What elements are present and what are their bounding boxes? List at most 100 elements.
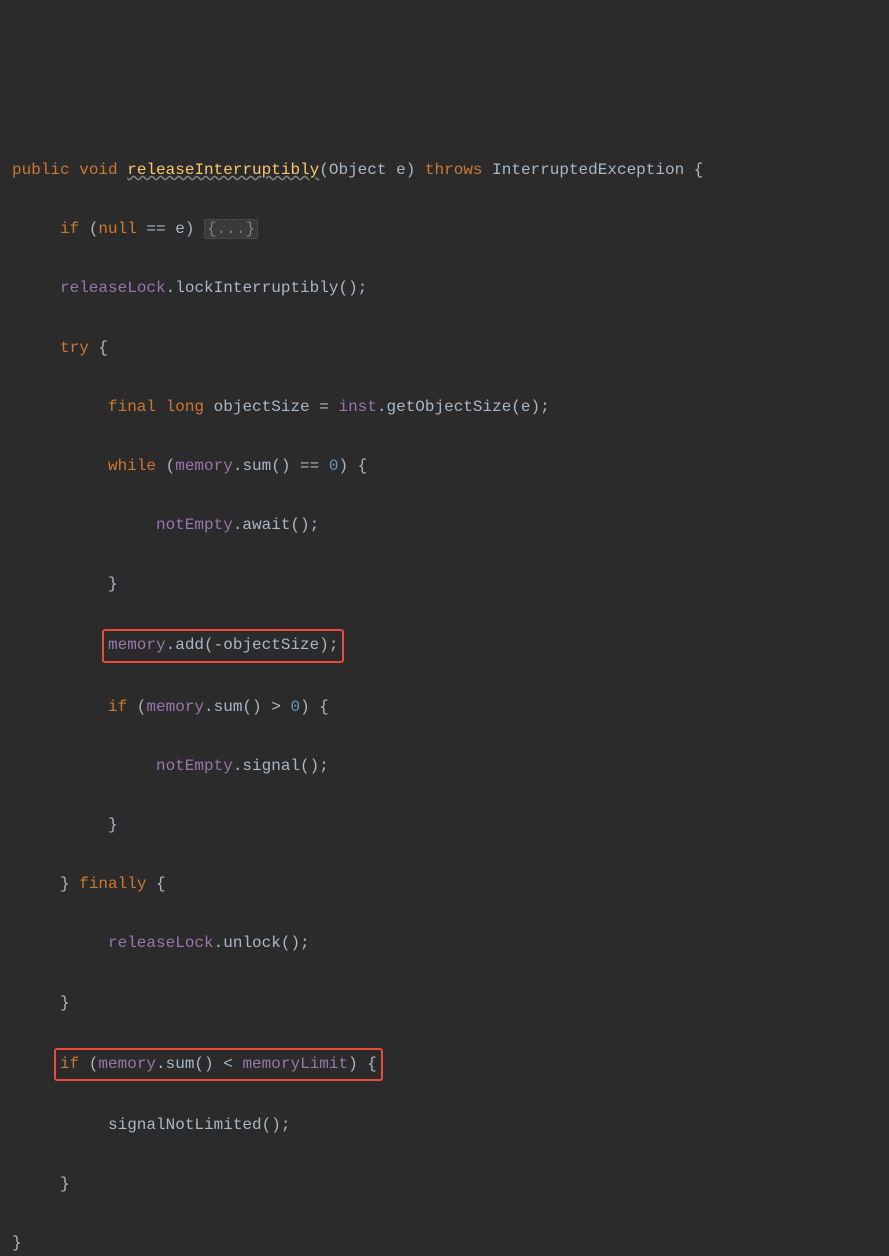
code-line-17: signalNotLimited(); <box>12 1111 877 1141</box>
method-call-await: await() <box>242 516 309 534</box>
dot: . <box>233 516 243 534</box>
brace-open: { <box>89 339 108 357</box>
brace-open: { <box>694 161 704 179</box>
semicolon: ; <box>310 516 320 534</box>
brace-close: } <box>12 1234 22 1252</box>
field-releaseLock: releaseLock <box>60 279 166 297</box>
keyword-void: void <box>79 161 117 179</box>
keyword-final: final <box>108 398 156 416</box>
code-line-1: public void releaseInterruptibly(Object … <box>12 156 877 186</box>
field-memoryLimit: memoryLimit <box>242 1055 348 1073</box>
method-call-add-open: add(- <box>175 636 223 654</box>
dot: . <box>214 934 224 952</box>
code-line-5: final long objectSize = inst.getObjectSi… <box>12 393 877 423</box>
semicolon: ; <box>319 757 329 775</box>
method-call-signalNotLimited: signalNotLimited() <box>108 1116 281 1134</box>
keyword-try: try <box>60 339 89 357</box>
field-memory: memory <box>98 1055 156 1073</box>
keyword-while: while <box>108 457 156 475</box>
keyword-null: null <box>98 220 136 238</box>
paren-close: ) <box>406 161 416 179</box>
code-line-7: notEmpty.await(); <box>12 511 877 541</box>
field-inst: inst <box>338 398 376 416</box>
code-line-19: } <box>12 1229 877 1256</box>
equals: = <box>310 398 339 416</box>
code-line-11: notEmpty.signal(); <box>12 752 877 782</box>
variable-objectSize: objectSize <box>223 636 319 654</box>
method-call-sum: sum() <box>214 698 262 716</box>
code-line-15: } <box>12 989 877 1019</box>
paren-open: ( <box>319 161 329 179</box>
field-memory: memory <box>108 636 166 654</box>
code-line-16-highlighted: if (memory.sum() < memoryLimit) { <box>12 1048 877 1082</box>
paren-close-brace: ) { <box>338 457 367 475</box>
paren-open: ( <box>79 1055 98 1073</box>
field-releaseLock: releaseLock <box>108 934 214 952</box>
brace-open: { <box>146 875 165 893</box>
method-call-sum: sum() <box>242 457 290 475</box>
code-line-12: } <box>12 811 877 841</box>
brace-close: } <box>108 816 118 834</box>
field-notEmpty: notEmpty <box>156 516 233 534</box>
dot: . <box>166 279 176 297</box>
method-call-signal: signal() <box>242 757 319 775</box>
semicolon: ; <box>540 398 550 416</box>
dot: . <box>204 698 214 716</box>
code-line-2: if (null == e) {...} <box>12 215 877 245</box>
paren-open: ( <box>156 457 175 475</box>
code-line-6: while (memory.sum() == 0) { <box>12 452 877 482</box>
semicolon: ; <box>329 636 339 654</box>
greater-than-operator: > <box>262 698 291 716</box>
param-name: e <box>396 161 406 179</box>
variable-objectSize: objectSize <box>214 398 310 416</box>
paren-open: ( <box>89 220 99 238</box>
equality-operator: == <box>290 457 328 475</box>
method-call-getObjectSize: getObjectSize(e) <box>386 398 540 416</box>
keyword-finally: finally <box>70 875 147 893</box>
red-highlight-box-1: memory.add(-objectSize); <box>102 629 344 663</box>
method-call-lockInterruptibly: lockInterruptibly() <box>175 279 357 297</box>
paren-close: ) <box>185 220 204 238</box>
field-memory: memory <box>175 457 233 475</box>
code-line-10: if (memory.sum() > 0) { <box>12 693 877 723</box>
keyword-if: if <box>60 1055 79 1073</box>
method-call-unlock: unlock() <box>223 934 300 952</box>
param-type: Object <box>329 161 387 179</box>
literal-zero: 0 <box>290 698 300 716</box>
code-line-18: } <box>12 1170 877 1200</box>
field-memory: memory <box>146 698 204 716</box>
brace-close: } <box>108 575 118 593</box>
code-line-8: } <box>12 570 877 600</box>
field-notEmpty: notEmpty <box>156 757 233 775</box>
paren-open: ( <box>127 698 146 716</box>
paren-close-brace: ) { <box>348 1055 377 1073</box>
semicolon: ; <box>281 1116 291 1134</box>
brace-close: } <box>60 1175 70 1193</box>
variable-e: e <box>175 220 185 238</box>
code-editor[interactable]: public void releaseInterruptibly(Object … <box>12 126 877 1256</box>
code-line-9-highlighted: memory.add(-objectSize); <box>12 629 877 663</box>
semicolon: ; <box>300 934 310 952</box>
brace-close: } <box>60 994 70 1012</box>
dot: . <box>156 1055 166 1073</box>
paren-close-brace: ) { <box>300 698 329 716</box>
exception-type: InterruptedException <box>492 161 684 179</box>
semicolon: ; <box>358 279 368 297</box>
code-line-3: releaseLock.lockInterruptibly(); <box>12 274 877 304</box>
code-line-13: } finally { <box>12 870 877 900</box>
code-line-14: releaseLock.unlock(); <box>12 929 877 959</box>
less-than-operator: < <box>214 1055 243 1073</box>
keyword-public: public <box>12 161 70 179</box>
folded-code-block[interactable]: {...} <box>204 219 258 239</box>
dot: . <box>233 457 243 475</box>
red-highlight-box-2: if (memory.sum() < memoryLimit) { <box>54 1048 383 1082</box>
dot: . <box>233 757 243 775</box>
code-line-4: try { <box>12 334 877 364</box>
equality-operator: == <box>137 220 175 238</box>
keyword-long: long <box>166 398 204 416</box>
brace-close: } <box>60 875 70 893</box>
keyword-if: if <box>60 220 79 238</box>
method-declaration: releaseInterruptibly <box>127 161 319 179</box>
dot: . <box>166 636 176 654</box>
method-call-sum: sum() <box>166 1055 214 1073</box>
